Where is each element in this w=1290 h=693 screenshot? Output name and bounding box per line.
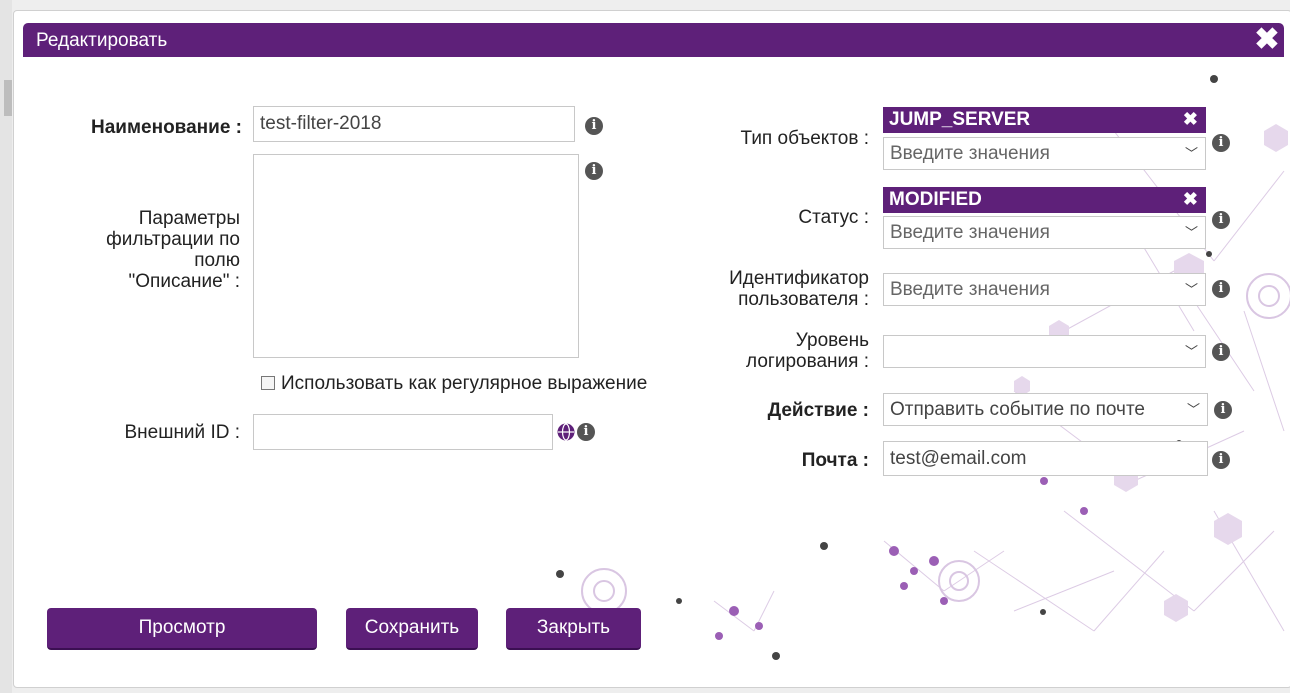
close-dialog-icon[interactable]: ✖ [1252, 25, 1282, 55]
object-type-placeholder: Введите значения [890, 143, 1050, 164]
action-label: Действие : [767, 400, 869, 421]
user-id-label: Идентификатор пользователя : [654, 268, 869, 310]
edit-dialog: Редактировать ✖ Наименование : i Парамет… [13, 10, 1290, 688]
log-level-info-icon[interactable]: i [1212, 343, 1230, 361]
chevron-down-icon: ﹀ [1184, 225, 1198, 240]
object-type-label: Тип объектов : [740, 128, 869, 149]
description-filter-textarea[interactable] [253, 154, 579, 358]
name-label: Наименование : [91, 117, 242, 138]
description-filter-label-line: Параметры [138, 208, 240, 229]
action-value: Отправить событие по почте [890, 399, 1145, 420]
chevron-down-icon: ﹀ [1186, 402, 1200, 417]
remove-tag-icon[interactable]: ✖ [1183, 188, 1198, 210]
status-placeholder: Введите значения [890, 222, 1050, 243]
log-level-label: Уровень логирования : [654, 330, 869, 372]
email-label: Почта : [801, 450, 869, 471]
user-id-placeholder: Введите значения [890, 279, 1050, 300]
user-id-select[interactable]: Введите значения ﹀ [883, 273, 1206, 306]
name-info-icon[interactable]: i [585, 117, 603, 135]
action-select[interactable]: Отправить событие по почте ﹀ [883, 393, 1208, 426]
external-id-input[interactable] [253, 414, 553, 450]
description-info-icon[interactable]: i [585, 162, 603, 180]
dialog-titlebar: Редактировать ✖ [23, 23, 1284, 57]
page-background-strip [0, 0, 12, 693]
description-filter-label-line: полю [194, 250, 240, 271]
status-select[interactable]: Введите значения ﹀ [883, 216, 1206, 249]
regex-checkbox[interactable] [261, 376, 275, 390]
user-id-label-line: пользователя : [738, 289, 869, 310]
email-input[interactable] [883, 441, 1208, 476]
status-tag-text: MODIFIED [889, 189, 982, 210]
object-type-info-icon[interactable]: i [1212, 134, 1230, 152]
status-info-icon[interactable]: i [1212, 211, 1230, 229]
chevron-down-icon: ﹀ [1184, 282, 1198, 297]
description-filter-label-line: "Описание" : [128, 271, 240, 292]
object-type-tag-text: JUMP_SERVER [889, 109, 1031, 130]
globe-icon[interactable] [557, 423, 575, 441]
close-button[interactable]: Закрыть [506, 608, 641, 650]
scrollbar-thumb[interactable] [4, 80, 12, 116]
remove-tag-icon[interactable]: ✖ [1183, 108, 1198, 130]
object-type-select[interactable]: Введите значения ﹀ [883, 137, 1206, 170]
user-id-label-line: Идентификатор [729, 268, 869, 289]
description-filter-label-line: фильтрации по [106, 229, 240, 250]
preview-button[interactable]: Просмотр [47, 608, 317, 650]
chevron-down-icon: ﹀ [1184, 146, 1198, 161]
action-info-icon[interactable]: i [1214, 401, 1232, 419]
log-level-label-line: логирования : [746, 351, 869, 372]
log-level-label-line: Уровень [795, 330, 869, 351]
status-label: Статус : [798, 207, 869, 228]
name-input[interactable] [253, 106, 575, 142]
log-level-select[interactable]: ﹀ [883, 335, 1206, 368]
save-button[interactable]: Сохранить [346, 608, 478, 650]
email-info-icon[interactable]: i [1212, 451, 1230, 469]
external-id-label: Внешний ID : [124, 422, 240, 443]
dialog-title: Редактировать [36, 30, 168, 51]
user-id-info-icon[interactable]: i [1212, 280, 1230, 298]
external-id-info-icon[interactable]: i [577, 423, 595, 441]
description-filter-label: Параметры фильтрации по полю "Описание" … [54, 208, 240, 292]
object-type-tag: JUMP_SERVER ✖ [883, 107, 1206, 133]
chevron-down-icon: ﹀ [1184, 344, 1198, 359]
status-tag: MODIFIED ✖ [883, 187, 1206, 213]
regex-checkbox-label: Использовать как регулярное выражение [281, 373, 648, 394]
